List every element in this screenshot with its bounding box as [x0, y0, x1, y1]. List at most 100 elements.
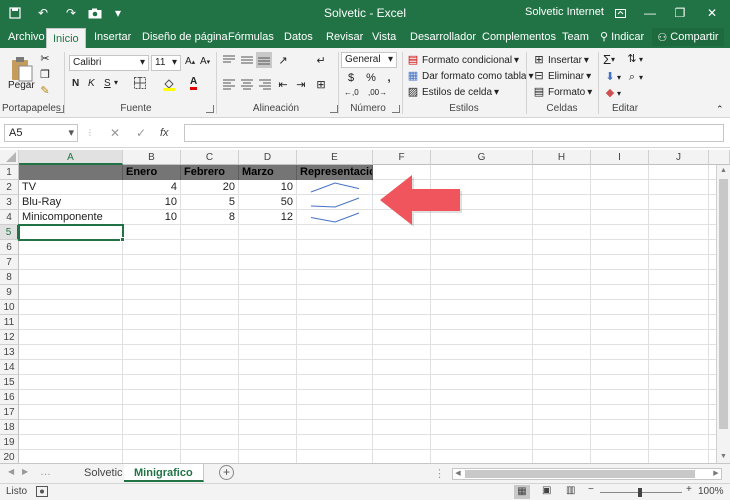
insert-function-icon[interactable]: fx	[160, 124, 169, 142]
tab-vista[interactable]: Vista	[366, 26, 402, 48]
column-header-i[interactable]: I	[591, 150, 649, 165]
insert-cells-button[interactable]: ⊞ Insertar ▾	[532, 53, 589, 67]
increase-decimal-icon[interactable]: ←,0	[344, 88, 359, 97]
name-box[interactable]: A5 ▾	[4, 124, 78, 142]
indent-icon[interactable]: ⇤	[276, 78, 290, 92]
scroll-up-icon[interactable]: ▲	[717, 165, 730, 177]
cell-b2[interactable]: 4	[123, 180, 180, 195]
row-header-19[interactable]: 19	[0, 435, 19, 450]
row-header-8[interactable]: 8	[0, 270, 19, 285]
cell-b1[interactable]: Enero	[123, 165, 181, 180]
tab-inicio[interactable]: Inicio	[46, 28, 86, 48]
format-painter-icon[interactable]: ✎	[38, 84, 52, 98]
tell-me[interactable]: ⚲ Indicar	[594, 26, 650, 48]
next-sheet-icon[interactable]: ▶	[22, 467, 28, 476]
delete-cells-button[interactable]: ⊟ Eliminar ▾	[532, 69, 591, 83]
row-header-17[interactable]: 17	[0, 405, 19, 420]
row-header-16[interactable]: 16	[0, 390, 19, 405]
chevron-down-icon[interactable]: ▾	[114, 78, 118, 87]
formula-input[interactable]	[184, 124, 724, 142]
row-header-20[interactable]: 20	[0, 450, 19, 463]
undo-icon[interactable]: ↶	[34, 4, 52, 22]
font-color-icon[interactable]: A	[190, 76, 198, 90]
macro-record-icon[interactable]	[36, 486, 48, 500]
align-center-icon[interactable]	[240, 78, 254, 90]
align-top-icon[interactable]	[222, 54, 236, 66]
align-bottom-icon[interactable]	[256, 52, 272, 68]
row-header-5[interactable]: 5	[0, 225, 19, 240]
zoom-slider-thumb[interactable]	[638, 488, 642, 497]
row-header-11[interactable]: 11	[0, 315, 19, 330]
more-sheets-icon[interactable]: …	[40, 466, 51, 478]
conditional-format-button[interactable]: ▤ Formato condicional ▾	[406, 53, 519, 67]
sort-filter-icon[interactable]: ⇅ ▾	[625, 52, 643, 66]
row-header-13[interactable]: 13	[0, 345, 19, 360]
row-header-4[interactable]: 4	[0, 210, 19, 225]
currency-icon[interactable]: $	[344, 71, 358, 85]
borders-icon[interactable]	[134, 77, 146, 89]
row-header-12[interactable]: 12	[0, 330, 19, 345]
redo-icon[interactable]: ↷	[62, 4, 80, 22]
horizontal-scroll-thumb[interactable]	[465, 470, 695, 478]
row-header-18[interactable]: 18	[0, 420, 19, 435]
font-launcher-icon[interactable]	[206, 105, 214, 113]
column-header-g[interactable]: G	[431, 150, 533, 165]
worksheet-grid[interactable]: A B C D E F G H I J 1 2 3 4 5 6 7 8 9 10…	[0, 150, 730, 463]
tab-revisar[interactable]: Revisar	[320, 26, 369, 48]
column-header-f[interactable]: F	[373, 150, 431, 165]
row-header-9[interactable]: 9	[0, 285, 19, 300]
column-header-j[interactable]: J	[649, 150, 709, 165]
cell-styles-button[interactable]: ▨ Estilos de celda ▾	[406, 85, 499, 99]
sheet-tab-minigrafico[interactable]: Minigrafico	[124, 464, 204, 482]
tab-archivo[interactable]: Archivo	[2, 26, 51, 48]
format-cells-button[interactable]: ▤ Formato ▾	[532, 85, 592, 99]
format-as-table-button[interactable]: ▦ Dar formato como tabla ▾	[406, 69, 534, 83]
page-layout-view-icon[interactable]: ▣	[542, 485, 551, 496]
shrink-font-icon[interactable]: A ▾	[200, 56, 210, 67]
scroll-right-icon[interactable]: ▶	[711, 469, 721, 479]
bold-icon[interactable]: N	[72, 78, 79, 89]
row-header-3[interactable]: 3	[0, 195, 19, 210]
scroll-left-icon[interactable]: ◀	[453, 469, 463, 479]
cell-c4[interactable]: 8	[181, 210, 238, 225]
row-header-7[interactable]: 7	[0, 255, 19, 270]
tab-datos[interactable]: Datos	[278, 26, 319, 48]
customize-icon[interactable]: ▾	[112, 4, 124, 22]
add-sheet-icon[interactable]: +	[219, 465, 234, 480]
column-header-e[interactable]: E	[297, 150, 373, 165]
align-left-icon[interactable]	[222, 78, 236, 90]
cell-a1[interactable]	[19, 165, 123, 180]
ribbon-options-icon[interactable]	[606, 2, 634, 24]
fill-color-icon[interactable]	[162, 77, 176, 91]
align-right-icon[interactable]	[258, 78, 272, 90]
splitter-icon[interactable]: ⋮	[434, 467, 445, 480]
zoom-level[interactable]: 100%	[698, 486, 724, 497]
tab-team[interactable]: Team	[556, 26, 595, 48]
cell-d1[interactable]: Marzo	[239, 165, 297, 180]
column-header-a[interactable]: A	[19, 150, 123, 165]
zoom-out-icon[interactable]: −	[588, 484, 594, 495]
close-icon[interactable]: ✕	[698, 2, 726, 24]
cell-d3[interactable]: 50	[239, 195, 296, 210]
zoom-in-icon[interactable]: +	[686, 484, 692, 495]
restore-icon[interactable]: ❐	[666, 2, 694, 24]
row-header-15[interactable]: 15	[0, 375, 19, 390]
cancel-icon[interactable]: ✕	[110, 124, 120, 142]
cell-c2[interactable]: 20	[181, 180, 238, 195]
italic-icon[interactable]: K	[88, 78, 95, 89]
row-header-1[interactable]: 1	[0, 165, 19, 180]
orientation-icon[interactable]: ↗	[276, 54, 290, 68]
copy-icon[interactable]: ❐	[38, 68, 52, 82]
row-header-2[interactable]: 2	[0, 180, 19, 195]
clear-icon[interactable]: ◆ ▾	[603, 86, 621, 100]
enter-icon[interactable]: ✓	[136, 124, 146, 142]
save-icon[interactable]	[6, 4, 24, 22]
grow-font-icon[interactable]: A ▴	[185, 56, 195, 67]
minimize-icon[interactable]: —	[636, 2, 664, 24]
collapse-ribbon-icon[interactable]: ⌃	[716, 104, 724, 115]
cell-c1[interactable]: Febrero	[181, 165, 239, 180]
scroll-down-icon[interactable]: ▼	[717, 451, 730, 463]
column-header-c[interactable]: C	[181, 150, 239, 165]
fill-icon[interactable]: ⬇ ▾	[603, 70, 621, 84]
normal-view-icon[interactable]: ▦	[514, 485, 530, 499]
